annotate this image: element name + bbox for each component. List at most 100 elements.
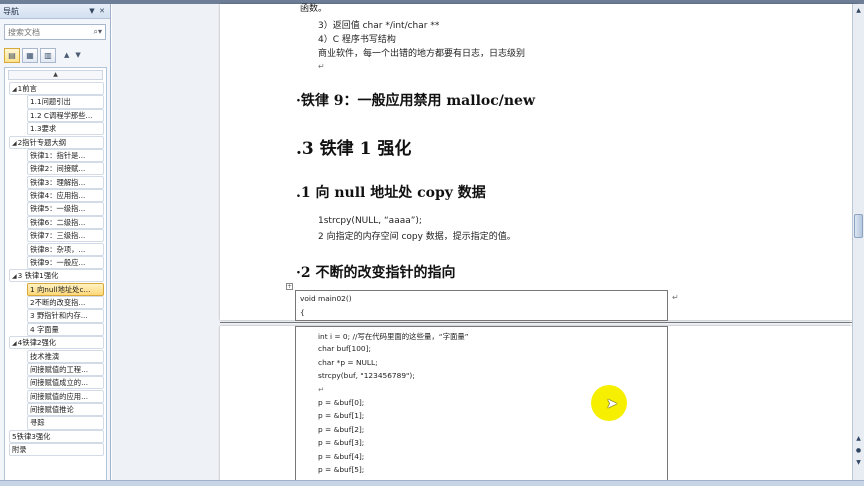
text-strcpy-desc: 2 向指定的内存空间 copy 数据，提示指定的值。 <box>318 232 516 242</box>
status-bar <box>0 480 864 486</box>
code-line: p = &buf[5]; <box>318 464 365 474</box>
page-down-icon[interactable]: ▼ <box>854 458 863 468</box>
scroll-thumb[interactable] <box>854 214 863 238</box>
results-view-icon[interactable]: ▥ <box>40 47 56 63</box>
code-line: char buf[100]; <box>318 344 372 354</box>
nav-tree-item[interactable]: 铁律3：理解指... <box>27 175 104 189</box>
expand-triangle-icon[interactable]: ◢ <box>12 140 17 147</box>
nav-tree-item[interactable]: 2不断的改变指... <box>27 296 104 310</box>
expand-triangle-icon[interactable]: ◢ <box>12 86 17 93</box>
code-line: p = &buf[0]; <box>318 397 365 407</box>
code-line: p = &buf[4]; <box>318 451 365 461</box>
nav-heading-tree: ▲ ◢1前言 1.1问题引出 1.2 C调程学那些... 1.3要求 ◢2指针专题大纲铁… <box>4 67 107 484</box>
nav-tree-item[interactable]: ◢3 铁律1强化 <box>9 269 104 283</box>
text-line-function: 函数。 <box>300 4 328 14</box>
nav-tree-item-label: 寻踪 <box>30 418 45 428</box>
nav-tree-item[interactable]: ◢4铁律2强化 <box>9 336 104 350</box>
nav-tree-item-label: 1.1问题引出 <box>30 97 71 107</box>
document-page-2: int i = 0; //写在代码里面的这些量，“字面量” char buf[10… <box>220 326 858 486</box>
close-icon[interactable]: ✕ <box>97 7 107 15</box>
nav-tree-item-label: 间接赋值推论 <box>30 405 74 414</box>
nav-options-icon[interactable]: ▼ <box>87 7 97 15</box>
nav-tree-item[interactable]: 间接赋值的工程... <box>27 362 104 377</box>
mouse-pointer-icon: ➤ <box>606 396 618 412</box>
search-icon[interactable]: ⌕▾ <box>94 27 103 37</box>
nav-tree-item-label: 间接赋值的应用... <box>30 391 89 401</box>
nav-tree-item[interactable]: 铁律7：三级指... <box>27 229 104 243</box>
document-page-1: 函数。 3）返回值 char */int/char ** 4）C 程序书写结构 … <box>220 4 858 321</box>
nav-tree-item-label: 铁律3：理解指... <box>30 177 86 187</box>
nav-tree-item[interactable]: 1.1问题引出 <box>27 95 104 109</box>
nav-tree-item[interactable]: 间接赋值的应用... <box>27 389 104 403</box>
nav-tree-item-label: 1 向null地址处c... <box>30 284 91 294</box>
nav-tree-item[interactable]: 铁律4：应用指... <box>27 189 104 203</box>
code-box-top: void main02() { <box>295 290 668 321</box>
nav-tree-item-label: 铁律6：二级指... <box>30 217 86 227</box>
navigation-pane: 导航 ▼ ✕ ⌕▾ ▤ ▦ ▥ ▲ ▼ ▲ ◢1前言1.1问题引出1.2 C调程… <box>0 4 111 484</box>
paragraph-mark: ↵ <box>672 293 679 302</box>
expand-triangle-icon[interactable]: ◢ <box>12 273 17 280</box>
code-line: p = &buf[2]; <box>318 424 365 434</box>
nav-tree-item-label: 铁律5：一级指... <box>30 204 86 214</box>
nav-tree-item-label: 间接赋值成立的... <box>30 378 89 388</box>
code-line: char *p = NULL; <box>318 357 378 367</box>
search-input[interactable] <box>8 27 88 37</box>
page-up-icon[interactable]: ▲ <box>854 434 863 444</box>
nav-tree-item[interactable]: 铁律9：一般应... <box>27 255 104 270</box>
nav-tree-item-label: 技术推演 <box>30 351 60 361</box>
nav-tree-item-label: 2指针专题大纲 <box>17 137 67 147</box>
nav-tree-item[interactable]: 铁律8：杂项，... <box>27 242 104 256</box>
code-function-signature: void main02() <box>300 294 352 303</box>
heading-section1: .1 向 null 地址处 copy 数据 <box>296 185 486 201</box>
vertical-scrollbar[interactable]: ▲ ▲ ● ▼ <box>852 4 864 480</box>
previous-arrow-icon[interactable]: ▲ <box>64 51 69 59</box>
nav-tree-item[interactable]: ◢2指针专题大纲 <box>9 135 104 149</box>
nav-tree-item[interactable]: 间接赋值成立的... <box>27 376 104 390</box>
nav-tree-item[interactable]: 技术推演 <box>27 349 104 363</box>
code-open-brace: { <box>300 308 305 317</box>
pages-view-icon[interactable]: ▦ <box>22 47 38 63</box>
scroll-up-icon[interactable]: ▲ <box>854 6 863 16</box>
nav-tree-item[interactable]: 1.3要求 <box>27 122 104 136</box>
nav-tree-item-label: 3 铁律1强化 <box>17 271 59 281</box>
paragraph-mark: ↵ <box>318 62 325 71</box>
nav-tree-item-label: 间接赋值的工程... <box>30 364 89 374</box>
nav-tree-item[interactable]: 间接赋值推论 <box>27 403 104 417</box>
text-line-return: 3）返回值 char */int/char ** <box>318 21 440 31</box>
nav-view-tabs: ▤ ▦ ▥ ▲ ▼ <box>0 47 110 63</box>
nav-tree-item-label: 铁律4：应用指... <box>30 191 86 200</box>
nav-tree-item-label: 4 字面量 <box>30 324 59 334</box>
collapse-all-button[interactable]: ▲ <box>8 70 103 80</box>
next-arrow-icon[interactable]: ▼ <box>75 51 80 59</box>
nav-tree-item[interactable]: 1.2 C调程学那些... <box>27 108 104 122</box>
nav-tree-item[interactable]: 附录 <box>9 443 104 457</box>
nav-tree-item-label: 3 野指针和内存... <box>30 311 88 321</box>
browse-object-icon[interactable]: ● <box>854 446 863 456</box>
nav-tree-item[interactable]: 4 字面量 <box>27 322 104 336</box>
nav-tree-item[interactable]: 铁律5：一级指... <box>27 202 104 216</box>
nav-tree-item[interactable]: 3 野指针和内存... <box>27 309 104 323</box>
nav-tree-item[interactable]: 寻踪 <box>27 416 104 430</box>
nav-tree-item[interactable]: ◢1前言 <box>9 82 104 96</box>
nav-tree-item[interactable]: 铁律2：间接赋... <box>27 162 104 176</box>
nav-search-box[interactable]: ⌕▾ <box>4 24 106 40</box>
code-line: p = &buf[1]; <box>318 411 365 421</box>
nav-tree-item[interactable]: 铁律6：二级指... <box>27 215 104 229</box>
expand-triangle-icon[interactable]: ◢ <box>12 340 17 347</box>
table-move-handle-icon[interactable]: + <box>286 283 293 290</box>
document-area: 函数。 3）返回值 char */int/char ** 4）C 程序书写结构 … <box>112 4 858 486</box>
nav-tree-item[interactable]: 5铁律3强化 <box>9 429 104 443</box>
nav-tree-item-label: 铁律1：指针是... <box>30 150 86 160</box>
nav-tree-item-label: 铁律2：间接赋... <box>30 164 86 174</box>
nav-tree-item[interactable]: 铁律1：指针是... <box>27 148 104 163</box>
nav-tree-item-label: 铁律8：杂项，... <box>30 244 86 254</box>
headings-view-icon[interactable]: ▤ <box>4 47 20 63</box>
nav-tree-item[interactable]: 1 向null地址处c... <box>27 282 104 296</box>
text-line-structure: 4）C 程序书写结构 <box>318 35 396 45</box>
nav-tree-item-label: 1前言 <box>17 84 37 93</box>
nav-tree-item-label: 附录 <box>12 445 27 455</box>
nav-tree-item-label: 2不断的改变指... <box>30 298 86 307</box>
nav-tree-item-label: 铁律9：一般应... <box>30 257 86 267</box>
nav-title: 导航 <box>3 6 19 16</box>
nav-tree-item-label: 5铁律3强化 <box>12 431 51 441</box>
